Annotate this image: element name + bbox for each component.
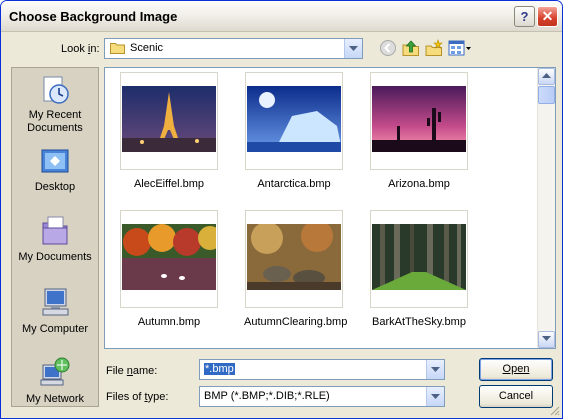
file-name-label: BarkAtTheSky.bmp <box>372 316 466 328</box>
look-in-label: Look in: <box>61 43 100 55</box>
dialog-title: Choose Background Image <box>9 9 178 24</box>
view-menu-icon[interactable] <box>448 39 472 57</box>
files-of-type-label: Files of type: <box>106 391 169 403</box>
chevron-up-icon <box>542 73 551 78</box>
back-icon[interactable] <box>379 39 397 57</box>
file-thumbnail[interactable]: Arizona.bmp <box>369 72 469 197</box>
chevron-down-icon <box>431 394 440 399</box>
up-folder-icon[interactable] <box>402 39 420 57</box>
file-name-dropdown-button[interactable] <box>426 360 444 379</box>
chevron-down-icon <box>542 336 551 341</box>
files-of-type-dropdown[interactable]: BMP (*.BMP;*.DIB;*.RLE) <box>199 386 445 407</box>
chevron-down-icon <box>431 367 440 372</box>
resize-grip-icon[interactable] <box>549 405 560 416</box>
my-network-icon <box>40 357 70 386</box>
file-name-label: Autumn.bmp <box>137 316 201 328</box>
place-my-recent-documents[interactable]: My Recent Documents <box>12 74 98 134</box>
scroll-thumb[interactable] <box>538 86 555 104</box>
my-computer-icon <box>42 288 69 316</box>
place-my-documents[interactable]: My Documents <box>12 214 98 274</box>
places-bar: My RecentDocuments Desktop My Documents <box>11 67 99 407</box>
file-name-input[interactable]: *.bmp <box>199 359 445 380</box>
antarctica-image <box>247 86 341 152</box>
look-in-dropdown[interactable]: Scenic <box>104 38 363 59</box>
place-label: Desktop <box>34 181 76 193</box>
file-thumbnail[interactable]: Autumn.bmp <box>119 210 219 335</box>
file-name-label: AutumnClearing.bmp <box>244 316 348 328</box>
title-bar[interactable]: Choose Background Image ? ✕ <box>1 1 562 32</box>
dialog-window: Choose Background Image ? ✕ Look in: Sce… <box>0 0 563 419</box>
file-list[interactable]: AlecEiffel.bmp Antarctica.bmp Arizona.bm… <box>104 67 556 349</box>
place-label: My Documents <box>18 251 92 263</box>
arizona-image <box>372 86 466 152</box>
look-in-value: Scenic <box>130 42 164 54</box>
file-name-label: Arizona.bmp <box>388 178 450 190</box>
files-of-type-dropdown-button[interactable] <box>426 387 444 406</box>
file-thumbnail[interactable]: BarkAtTheSky.bmp <box>369 210 469 335</box>
file-thumbnail[interactable]: AutumnClearing.bmp <box>244 210 348 335</box>
file-name-label: AlecEiffel.bmp <box>133 178 205 190</box>
thumbnail-frame <box>245 210 343 308</box>
look-in-dropdown-button[interactable] <box>344 39 362 58</box>
thumbnail-frame <box>370 72 468 170</box>
new-folder-icon[interactable] <box>425 39 443 57</box>
place-my-network[interactable]: My Network <box>12 356 98 416</box>
thumbnail-frame <box>245 72 343 170</box>
desktop-icon <box>41 149 69 173</box>
file-name-label: Antarctica.bmp <box>257 178 331 190</box>
file-thumbnail[interactable]: Antarctica.bmp <box>244 72 344 197</box>
autumn-clearing-image <box>247 224 341 290</box>
place-my-computer[interactable]: My Computer <box>12 286 98 346</box>
autumn-image <box>122 224 216 290</box>
thumbnail-frame <box>120 210 218 308</box>
thumbnail-frame <box>370 210 468 308</box>
open-button[interactable]: Open <box>479 358 553 381</box>
vertical-scrollbar[interactable] <box>537 68 555 348</box>
place-label: My Network <box>25 393 85 405</box>
recent-documents-icon <box>43 76 69 104</box>
place-label: My Computer <box>21 323 89 335</box>
eiffel-tower-image <box>122 86 216 152</box>
my-documents-icon <box>42 216 68 245</box>
file-thumbnail[interactable]: AlecEiffel.bmp <box>119 72 219 197</box>
cancel-button[interactable]: Cancel <box>479 385 553 408</box>
place-label: My Recent Documents <box>27 109 83 134</box>
files-of-type-value: BMP (*.BMP;*.DIB;*.RLE) <box>204 390 330 402</box>
scroll-down-button[interactable] <box>538 331 555 348</box>
close-button[interactable]: ✕ <box>537 6 558 27</box>
bark-at-the-sky-image <box>372 224 466 290</box>
place-desktop[interactable]: Desktop <box>12 146 98 206</box>
file-name-label: File name: <box>106 365 158 377</box>
folder-icon <box>110 43 125 54</box>
scroll-up-button[interactable] <box>538 68 555 85</box>
file-name-value: *.bmp <box>204 363 235 375</box>
help-button[interactable]: ? <box>514 6 535 27</box>
thumbnail-frame <box>120 72 218 170</box>
open-button-label: Open <box>502 363 530 375</box>
chevron-down-icon <box>349 46 358 51</box>
